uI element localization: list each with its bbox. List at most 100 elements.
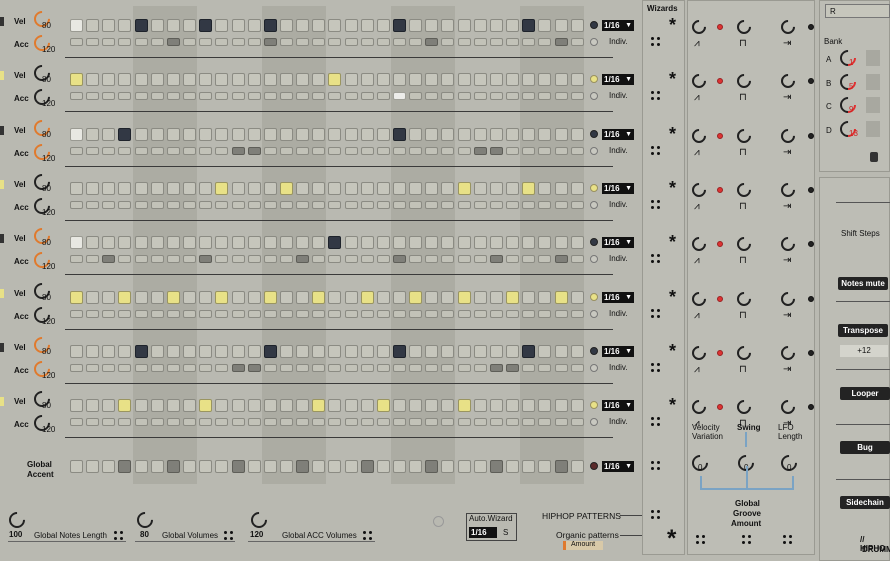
accent-step[interactable] (86, 146, 100, 155)
accent-step[interactable] (215, 363, 229, 372)
global-accent-step[interactable] (166, 460, 180, 473)
accent-step[interactable] (199, 255, 213, 264)
accent-step[interactable] (102, 146, 116, 155)
step-cell[interactable] (441, 127, 455, 141)
step-cell[interactable] (522, 344, 536, 358)
accent-step[interactable] (554, 363, 568, 372)
accent-step[interactable] (344, 200, 358, 209)
step-cell[interactable] (554, 181, 568, 195)
accent-step[interactable] (166, 418, 180, 427)
accent-step[interactable] (506, 38, 520, 46)
accent-step[interactable] (263, 255, 277, 264)
volumes-knob[interactable] (133, 508, 157, 532)
accent-step[interactable] (570, 418, 584, 427)
accent-step[interactable] (231, 309, 245, 318)
step-cell[interactable] (376, 127, 390, 141)
step-cell[interactable] (506, 19, 520, 32)
groove-dice-icon-1[interactable] (696, 535, 706, 545)
accent-step[interactable] (215, 309, 229, 318)
accent-step[interactable] (360, 200, 374, 209)
step-cell[interactable] (199, 127, 213, 141)
step-cell[interactable] (344, 73, 358, 87)
step-cell[interactable] (376, 19, 390, 32)
accent-step[interactable] (118, 92, 132, 101)
accent-step[interactable] (441, 92, 455, 101)
step-cell[interactable] (344, 399, 358, 413)
indiv-toggle[interactable] (590, 200, 598, 209)
accent-step[interactable] (554, 309, 568, 318)
step-cell[interactable] (489, 236, 503, 250)
wizard-dice-icon[interactable] (651, 461, 661, 471)
accent-step[interactable] (441, 255, 455, 264)
step-cell[interactable] (70, 290, 83, 304)
step-cell[interactable] (554, 19, 568, 32)
bug-button[interactable]: Bug (840, 441, 890, 454)
accent-step[interactable] (134, 309, 148, 318)
step-cell[interactable] (199, 73, 213, 87)
step-cell[interactable] (344, 181, 358, 195)
accent-step[interactable] (360, 38, 374, 46)
step-cell[interactable] (409, 73, 423, 87)
step-cell[interactable] (312, 344, 326, 358)
accent-step[interactable] (166, 363, 180, 372)
accent-step[interactable] (231, 146, 245, 155)
step-cell[interactable] (102, 399, 116, 413)
accent-step[interactable] (183, 309, 197, 318)
accent-step[interactable] (134, 255, 148, 264)
step-cell[interactable] (70, 19, 83, 32)
step-cell[interactable] (538, 19, 552, 32)
accent-step[interactable] (183, 38, 197, 46)
step-cell[interactable] (183, 236, 197, 250)
accent-step[interactable] (312, 255, 326, 264)
step-cell[interactable] (328, 344, 342, 358)
step-cell[interactable] (457, 399, 471, 413)
global-accent-step[interactable] (296, 460, 310, 473)
step-cell[interactable] (102, 344, 116, 358)
accent-step[interactable] (102, 363, 116, 372)
accent-step[interactable] (554, 146, 568, 155)
global-accent-step[interactable] (538, 460, 552, 473)
step-cell[interactable] (441, 399, 455, 413)
accent-step[interactable] (409, 146, 423, 155)
accent-step[interactable] (247, 418, 261, 427)
step-cell[interactable] (215, 181, 229, 195)
swing-shape-icon[interactable]: ⊓ (739, 38, 747, 49)
accent-step[interactable] (183, 146, 197, 155)
accent-step[interactable] (70, 92, 83, 101)
accent-step[interactable] (215, 146, 229, 155)
step-cell[interactable] (344, 344, 358, 358)
step-cell[interactable] (393, 19, 406, 32)
step-cell[interactable] (150, 399, 164, 413)
step-cell[interactable] (263, 73, 277, 87)
accent-step[interactable] (150, 38, 164, 46)
accent-step[interactable] (570, 38, 584, 46)
accent-step[interactable] (86, 363, 100, 372)
lfo-enable-dot[interactable] (808, 295, 814, 302)
step-cell[interactable] (102, 73, 116, 87)
accent-step[interactable] (279, 38, 293, 46)
accent-step[interactable] (150, 92, 164, 101)
step-cell[interactable] (522, 399, 536, 413)
accent-step[interactable] (134, 418, 148, 427)
accent-step[interactable] (263, 309, 277, 318)
step-cell[interactable] (118, 236, 132, 250)
step-cell[interactable] (457, 290, 471, 304)
track-mute-dot[interactable] (590, 21, 598, 29)
accent-step[interactable] (279, 146, 293, 155)
step-cell[interactable] (134, 290, 148, 304)
accent-step[interactable] (409, 92, 423, 101)
accent-step[interactable] (506, 146, 520, 155)
accent-step[interactable] (425, 363, 439, 372)
accent-step[interactable] (312, 363, 326, 372)
accent-step[interactable] (570, 255, 584, 264)
step-cell[interactable] (296, 236, 310, 250)
accent-step[interactable] (554, 38, 568, 46)
step-cell[interactable] (231, 181, 245, 195)
step-cell[interactable] (215, 399, 229, 413)
accent-step[interactable] (473, 255, 487, 264)
accent-step[interactable] (183, 255, 197, 264)
accent-step[interactable] (296, 92, 310, 101)
accent-step[interactable] (102, 200, 116, 209)
accent-step[interactable] (166, 255, 180, 264)
step-cell[interactable] (409, 236, 423, 250)
